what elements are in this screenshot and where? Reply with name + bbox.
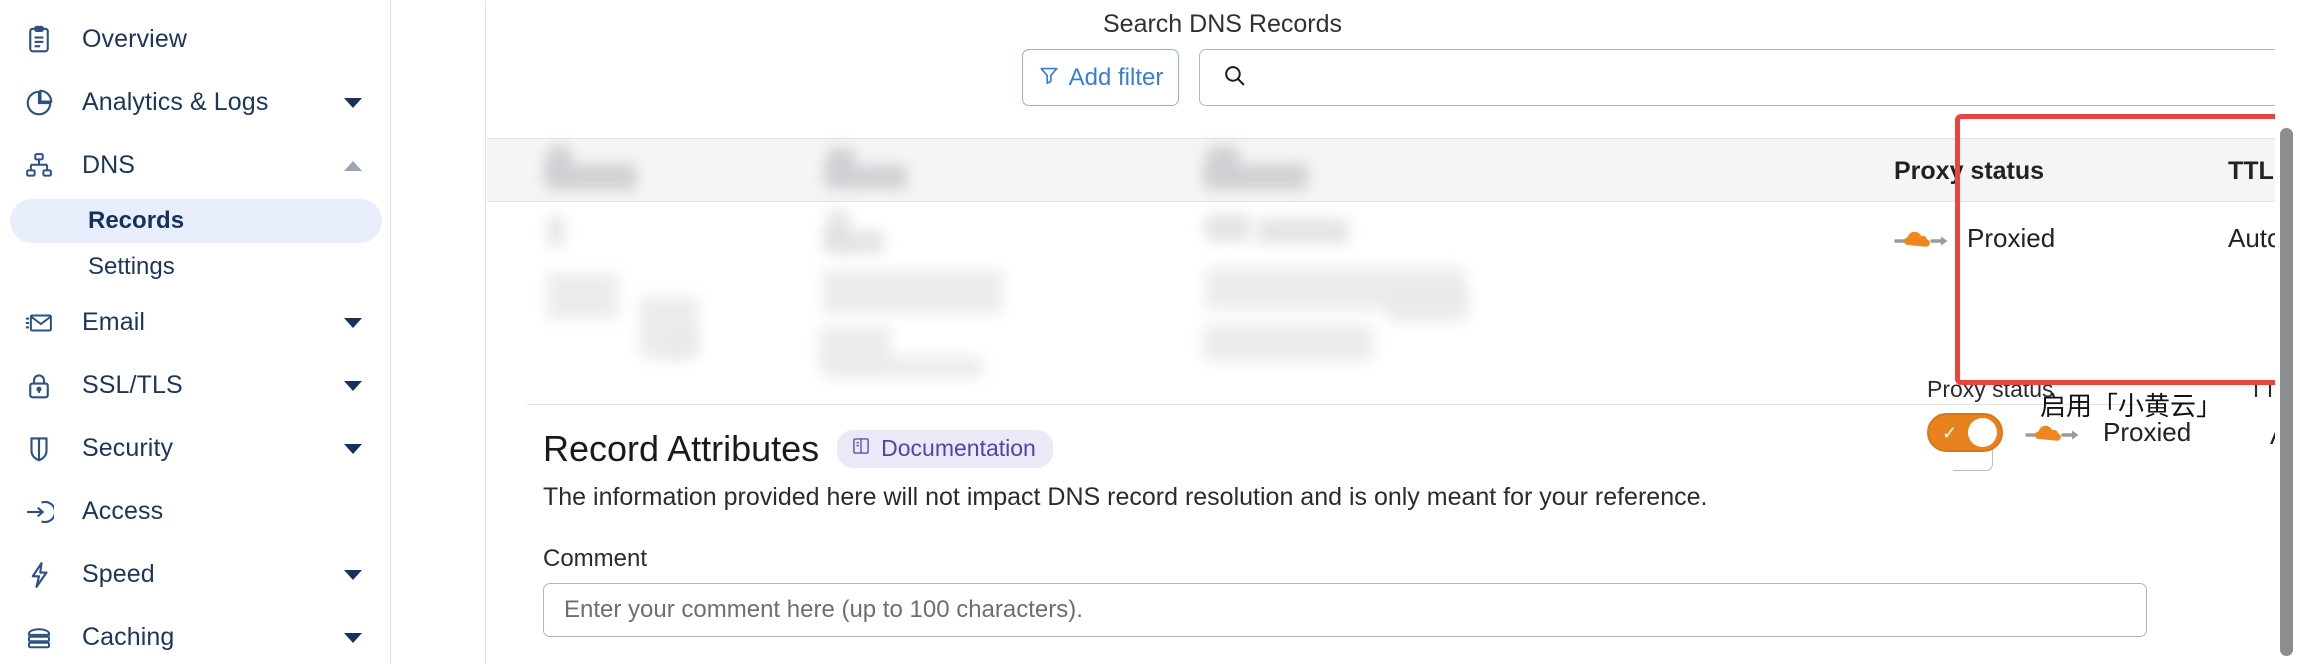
- record-attributes-header: Record Attributes Documentation: [543, 428, 1053, 470]
- chevron-down-icon[interactable]: [340, 443, 366, 454]
- sidebar-item-email[interactable]: Email: [0, 291, 390, 354]
- sitemap-icon: [24, 151, 68, 181]
- content-gutter: [391, 0, 486, 664]
- dns-records-panel: Search DNS Records Add filter Proxy stat…: [487, 0, 2299, 664]
- chevron-down-icon[interactable]: [340, 380, 366, 391]
- column-header-proxy-status[interactable]: Proxy status: [1894, 139, 2044, 203]
- column-header-ttl[interactable]: TTL: [2228, 139, 2274, 203]
- sidebar-item-label: SSL/TLS: [82, 371, 183, 399]
- chevron-down-icon[interactable]: [340, 632, 366, 643]
- sidebar-item-label: Overview: [82, 25, 187, 53]
- sidebar-subitem-label: Records: [88, 207, 185, 234]
- sidebar-item-label: Caching: [82, 623, 175, 651]
- sidebar-item-label: Access: [82, 497, 164, 525]
- sidebar-item-caching[interactable]: Caching: [0, 606, 390, 664]
- search-caption: Search DNS Records: [1103, 10, 1342, 38]
- sidebar-item-access[interactable]: Access: [0, 480, 390, 543]
- section-divider: [527, 404, 2147, 405]
- toggle-knob: [1968, 418, 1997, 447]
- sidebar-item-label: Email: [82, 308, 146, 336]
- documentation-label: Documentation: [881, 435, 1036, 461]
- search-icon: [1222, 63, 1247, 93]
- vertical-scrollbar-thumb[interactable]: [2280, 128, 2293, 656]
- sidebar: Overview Analytics & Logs DNS Records Se…: [0, 0, 391, 664]
- add-filter-button[interactable]: Add filter: [1022, 49, 1179, 106]
- proxy-toggle[interactable]: ✓: [1927, 413, 2003, 452]
- lightning-bolt-icon: [24, 560, 68, 590]
- sidebar-subitem-label: Settings: [88, 253, 175, 280]
- sidebar-item-ssl-tls[interactable]: SSL/TLS: [0, 354, 390, 417]
- chevron-down-icon[interactable]: [340, 97, 366, 108]
- cloudflare-dns-records-page: Overview Analytics & Logs DNS Records Se…: [0, 0, 2299, 664]
- records-toolbar: Search DNS Records Add filter: [487, 0, 2299, 118]
- chevron-down-icon[interactable]: [340, 569, 366, 580]
- sidebar-item-records[interactable]: Records: [10, 199, 382, 243]
- vertical-scrollbar-track[interactable]: [2275, 0, 2299, 664]
- shield-icon: [24, 434, 68, 464]
- cell-ttl: Auto: [2228, 223, 2282, 253]
- documentation-link[interactable]: Documentation: [837, 430, 1053, 468]
- lock-icon: [24, 371, 68, 401]
- sidebar-item-label: Analytics & Logs: [82, 88, 269, 116]
- chevron-down-icon[interactable]: [340, 317, 366, 328]
- sidebar-item-speed[interactable]: Speed: [0, 543, 390, 606]
- sidebar-item-analytics-logs[interactable]: Analytics & Logs: [0, 71, 390, 134]
- sidebar-item-settings[interactable]: Settings: [10, 245, 382, 289]
- sidebar-item-label: Speed: [82, 560, 155, 588]
- sidebar-item-label: Security: [82, 434, 174, 462]
- form-label-proxy-status: Proxy status: [1927, 376, 2054, 402]
- search-field-wrapper[interactable]: [1199, 49, 2280, 106]
- sidebar-item-dns[interactable]: DNS: [0, 134, 390, 197]
- search-input[interactable]: [1259, 63, 2264, 92]
- sidebar-item-label: DNS: [82, 151, 136, 179]
- record-attributes-description: The information provided here will not i…: [543, 483, 1708, 511]
- chevron-up-icon[interactable]: [340, 160, 366, 171]
- cell-proxy-status[interactable]: Proxied: [1894, 223, 2055, 254]
- arrow-into-circle-icon: [24, 497, 68, 527]
- annotation-note: 启用「小黄云」: [2040, 392, 2223, 422]
- cloud-arrow-icon: [1894, 225, 1950, 253]
- record-attributes-title: Record Attributes: [543, 428, 820, 469]
- table-header-row: Proxy status TTL Actions: [487, 138, 2299, 202]
- main-content: Search DNS Records Add filter Proxy stat…: [391, 0, 2299, 664]
- comment-label: Comment: [543, 545, 648, 572]
- sidebar-item-security[interactable]: Security: [0, 417, 390, 480]
- proxy-status-value: Proxied: [1967, 223, 2056, 253]
- sidebar-item-overview[interactable]: Overview: [0, 8, 390, 71]
- check-icon: ✓: [1942, 422, 1958, 443]
- server-stack-icon: [24, 623, 68, 653]
- envelope-icon: [24, 308, 68, 338]
- funnel-icon: [1038, 64, 1060, 91]
- book-icon: [851, 435, 871, 462]
- add-filter-label: Add filter: [1068, 63, 1164, 91]
- clipboard-icon: [24, 25, 68, 55]
- comment-input[interactable]: [543, 583, 2147, 637]
- pie-chart-icon: [24, 88, 68, 118]
- dns-records-table: Proxy status TTL Actions: [487, 118, 2299, 471]
